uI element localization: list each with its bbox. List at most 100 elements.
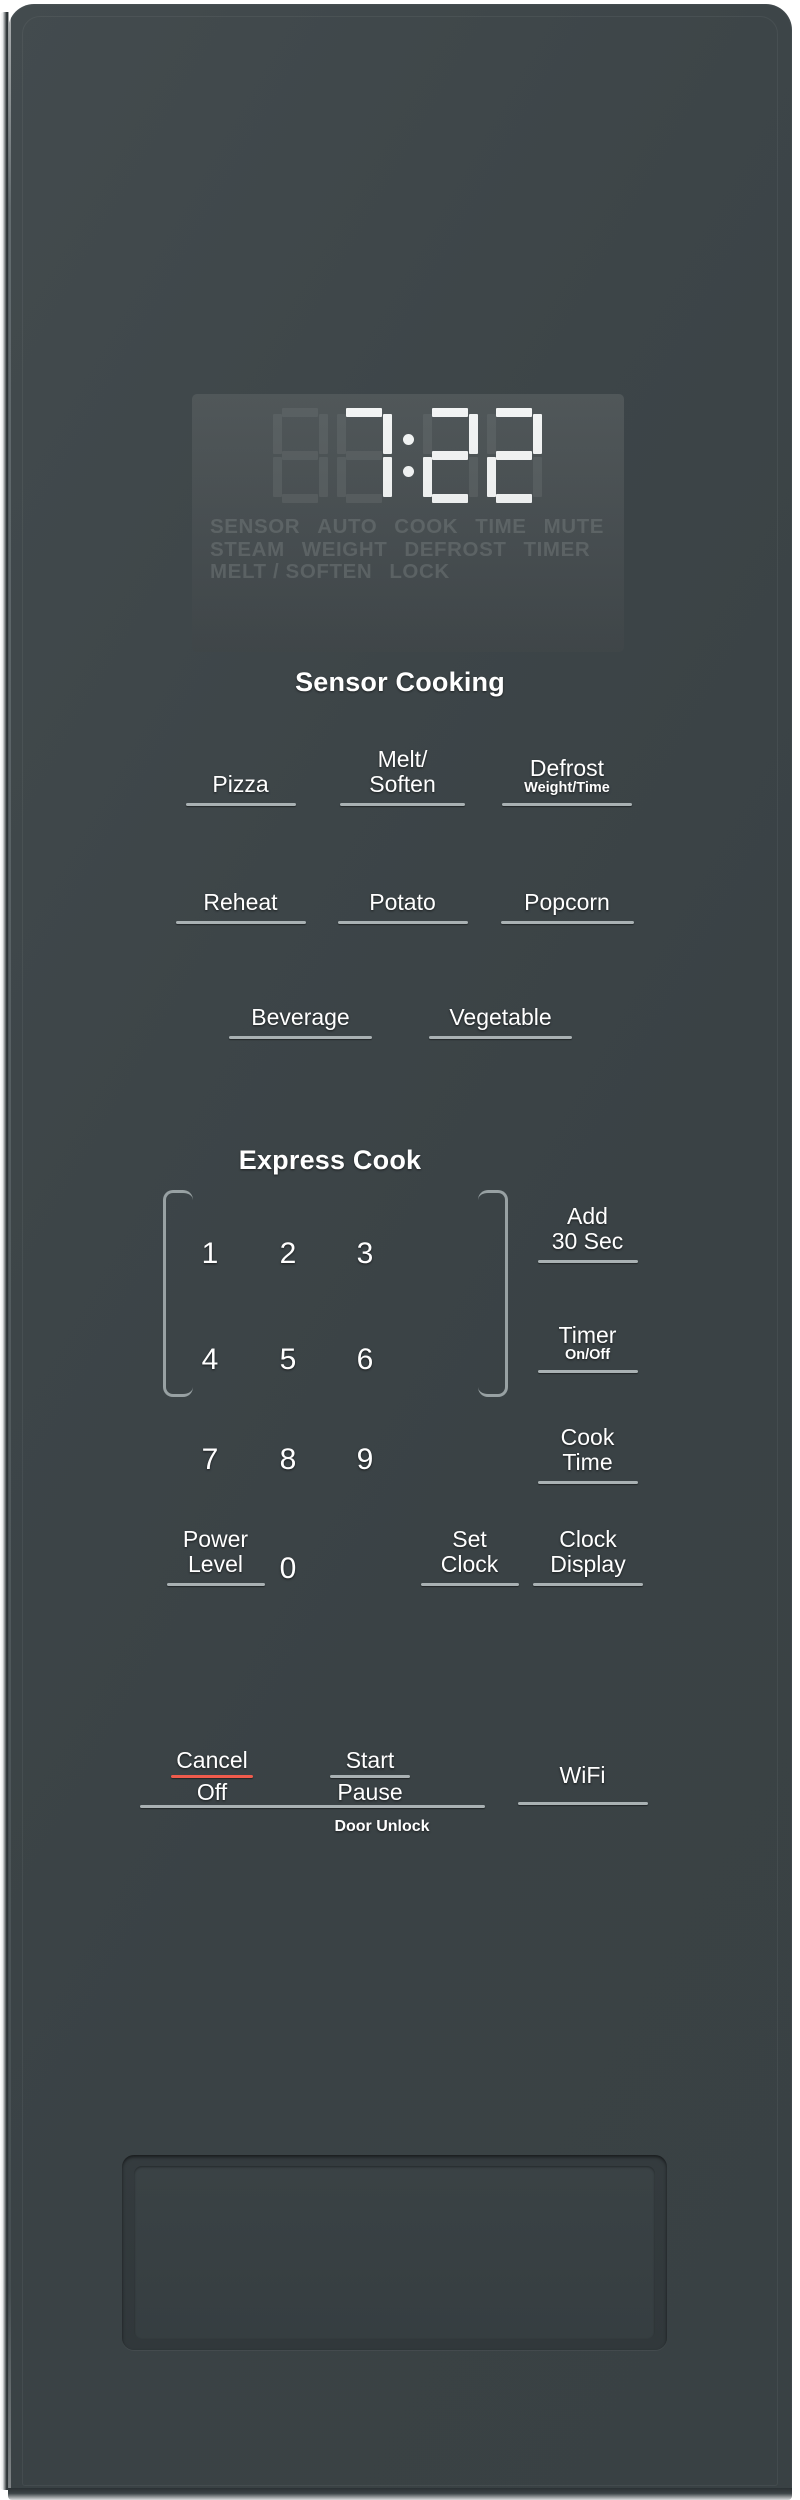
indicator-row-2: STEAM WEIGHT DEFROST TIMER (210, 537, 612, 562)
key-add-30-sec-label-2: 30 Sec (551, 1228, 624, 1255)
display-digit-2 (337, 408, 393, 504)
key-set-clock-label-1: Set (452, 1526, 487, 1553)
key-num-3[interactable]: 3 (335, 1237, 395, 1271)
key-melt-soften-label-2: Soften (369, 771, 436, 798)
key-reheat-label: Reheat (203, 889, 278, 916)
indicator-row-1: SENSOR AUTO COOK TIME MUTE (210, 515, 612, 539)
key-cancel-label: Cancel (176, 1747, 248, 1774)
key-vegetable[interactable]: Vegetable (418, 975, 583, 1039)
display-indicators: SENSOR AUTO COOK TIME MUTE STEAM WEIGHT … (210, 515, 612, 584)
key-beverage-rule (229, 1036, 372, 1039)
key-defrost-rule (502, 803, 632, 806)
key-power-level-label-1: Power (182, 1526, 249, 1553)
key-off-label: Off (196, 1779, 228, 1806)
display-digits (192, 408, 624, 518)
key-start-label: Start (345, 1747, 395, 1774)
key-reheat-rule (175, 921, 306, 924)
key-power-level[interactable]: Power Level (148, 1500, 283, 1586)
indicator-timer: TIMER (523, 537, 591, 561)
key-defrost-sublabel: Weight/Time (524, 780, 610, 797)
key-popcorn-label: Popcorn (524, 889, 610, 916)
key-cancel-off[interactable]: Cancel Off (142, 1705, 282, 1805)
indicator-mute: MUTE (543, 515, 605, 538)
key-num-6[interactable]: 6 (335, 1343, 395, 1377)
indicator-cook: COOK (394, 515, 459, 538)
key-num-7[interactable]: 7 (180, 1443, 240, 1477)
key-set-clock-label-2: Clock (440, 1551, 499, 1578)
key-potato-rule (337, 921, 468, 924)
display-digit-3 (423, 408, 479, 504)
key-timer-on-off[interactable]: Timer On/Off (520, 1293, 655, 1373)
key-num-9[interactable]: 9 (335, 1443, 395, 1477)
key-wifi-label: WiFi (559, 1762, 606, 1789)
door-handle-inner (134, 2166, 655, 2339)
key-add-30-sec-label-1: Add (567, 1203, 608, 1230)
key-pizza[interactable]: Pizza (168, 742, 313, 806)
key-num-1[interactable]: 1 (180, 1237, 240, 1271)
key-cook-time[interactable]: Cook Time (520, 1398, 655, 1484)
key-defrost-label: Defrost (529, 755, 605, 782)
key-defrost[interactable]: Defrost Weight/Time (492, 722, 642, 806)
indicator-steam: STEAM (210, 537, 285, 561)
key-beverage[interactable]: Beverage (218, 975, 383, 1039)
key-power-level-label-2: Level (188, 1551, 243, 1578)
key-wifi-rule (517, 1802, 648, 1805)
key-set-clock-rule (420, 1583, 519, 1586)
express-cook-bracket-right (478, 1190, 508, 1397)
key-beverage-label: Beverage (251, 1004, 350, 1031)
key-power-level-rule (166, 1583, 265, 1586)
key-add-30-sec[interactable]: Add 30 Sec (520, 1177, 655, 1263)
express-cook-title: Express Cook (238, 1145, 422, 1175)
indicator-weight: WEIGHT (301, 537, 388, 561)
key-clock-display-label-2: Display (550, 1551, 626, 1578)
key-popcorn[interactable]: Popcorn (492, 860, 642, 924)
bottom-edge-strip (8, 2488, 792, 2500)
indicator-row-3: MELT / SOFTEN LOCK (210, 561, 612, 584)
key-potato-label: Potato (369, 889, 436, 916)
key-clock-display-label-1: Clock (559, 1526, 617, 1553)
door-unlock-rule (140, 1805, 485, 1808)
display-colon (397, 408, 419, 504)
key-num-5[interactable]: 5 (258, 1343, 318, 1377)
key-melt-soften[interactable]: Melt/ Soften (330, 715, 475, 806)
key-timer-rule (537, 1370, 638, 1373)
key-num-2[interactable]: 2 (258, 1237, 318, 1271)
key-set-clock[interactable]: Set Clock (402, 1500, 537, 1586)
display-digit-4 (487, 408, 543, 504)
key-vegetable-label: Vegetable (449, 1004, 552, 1031)
left-edge-highlight (8, 10, 11, 2490)
indicator-lock: LOCK (389, 560, 450, 584)
key-melt-soften-label-1: Melt/ (377, 746, 428, 773)
key-cook-time-rule (537, 1481, 638, 1484)
key-num-4[interactable]: 4 (180, 1343, 240, 1377)
indicator-defrost: DEFROST (404, 537, 507, 561)
key-popcorn-rule (500, 921, 634, 924)
indicator-time: TIME (475, 515, 527, 538)
key-add-30-sec-rule (537, 1260, 638, 1263)
indicator-melt-soften: MELT / SOFTEN (210, 560, 373, 584)
key-reheat[interactable]: Reheat (168, 860, 313, 924)
key-pizza-label: Pizza (212, 771, 269, 798)
key-clock-display-rule (533, 1583, 643, 1586)
key-timer-label-2: On/Off (564, 1347, 611, 1364)
key-timer-label-1: Timer (558, 1322, 617, 1349)
key-start-pause[interactable]: Start Pause (300, 1705, 440, 1805)
key-melt-soften-rule (340, 803, 465, 806)
key-pause-label: Pause (337, 1779, 403, 1806)
key-num-8[interactable]: 8 (258, 1443, 318, 1477)
indicator-auto: AUTO (317, 515, 378, 538)
key-wifi[interactable]: WiFi (510, 1735, 655, 1805)
key-pizza-rule (185, 803, 296, 806)
key-potato[interactable]: Potato (330, 860, 475, 924)
key-cook-time-label-2: Time (562, 1449, 613, 1476)
key-cook-time-label-1: Cook (560, 1424, 615, 1451)
vfd-display: SENSOR AUTO COOK TIME MUTE STEAM WEIGHT … (192, 394, 624, 652)
door-unlock-label: Door Unlock (334, 1818, 430, 1835)
key-start-rule (330, 1775, 410, 1779)
display-digit-1 (273, 408, 329, 504)
key-cancel-red-rule (171, 1775, 253, 1779)
key-vegetable-rule (429, 1036, 572, 1039)
panel-body (8, 4, 792, 2498)
door-handle-recess (122, 2155, 667, 2350)
indicator-sensor: SENSOR (210, 515, 301, 538)
